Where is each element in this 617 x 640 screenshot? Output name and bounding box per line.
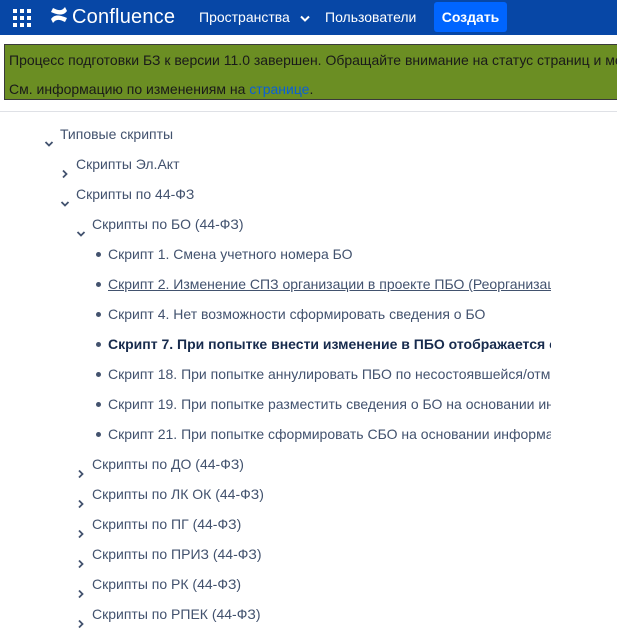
tree-item-label[interactable]: Скрипты по БО (44-ФЗ) [92,209,244,239]
tree-leaf-label[interactable]: Скрипт 21. При попытке сформировать СБО … [108,419,551,449]
confluence-logo-icon [50,6,68,29]
app-switcher-grid-icon[interactable] [13,9,31,27]
nav-users-link[interactable]: Пользователи [325,0,416,35]
tree-leaf-label[interactable]: Скрипт 19. При попытке разместить сведен… [108,389,551,419]
chevron-down-icon[interactable] [76,219,86,237]
tree-leaf-label-current[interactable]: Скрипт 7. При попытке внести изменение в… [108,329,551,359]
tree-leaf-label[interactable]: Скрипт 4. Нет возможности сформировать с… [108,299,485,329]
tree-item-label[interactable]: Скрипты по ПРИЗ (44-ФЗ) [92,539,262,569]
bullet-icon [96,342,101,347]
banner-page-link[interactable]: странице [249,81,309,97]
create-button[interactable]: Создать [434,2,507,32]
nav-spaces-label: Пространства [199,9,290,25]
bullet-icon [96,312,101,317]
announcement-banner: Процесс подготовки БЗ к версии 11.0 заве… [4,44,617,100]
banner-line-2-prefix: См. информацию по изменениям на [9,81,250,97]
tree-item-label[interactable]: Скрипты по ДО (44-ФЗ) [92,449,244,479]
bullet-icon [96,372,101,377]
tree-leaf-label[interactable]: Скрипт 2. Изменение СПЗ организации в пр… [108,269,551,299]
tree-item-label[interactable]: Скрипты по ПГ (44-ФЗ) [92,509,241,539]
chevron-right-icon[interactable] [76,519,86,539]
chevron-right-icon[interactable] [76,459,86,479]
chevron-right-icon[interactable] [76,579,86,599]
nav-spaces-dropdown[interactable]: Пространства [199,0,310,35]
chevron-down-icon[interactable] [44,129,54,147]
tree-item-label[interactable]: Скрипты Эл.Акт [76,149,179,179]
chevron-down-icon[interactable] [60,189,70,207]
bullet-icon [96,282,101,287]
top-navigation-bar: Confluence Пространства Пользователи Соз… [0,0,617,35]
tree-leaf-label[interactable]: Скрипт 18. При попытке аннулировать ПБО … [108,359,551,389]
tree-leaf-label[interactable]: Скрипт 1. Смена учетного номера БО [108,239,353,269]
page-tree: Типовые скрипты Скрипты Эл.Акт Скрипты п… [0,112,551,640]
bullet-icon [96,252,101,257]
chevron-right-icon[interactable] [76,609,86,629]
tree-item-label[interactable]: Скрипты по РПЕК (44-ФЗ) [92,599,261,629]
bullet-icon [96,402,101,407]
tree-item-label[interactable]: Скрипты по ЛК ОК (44-ФЗ) [92,479,264,509]
banner-text-line-1: Процесс подготовки БЗ к версии 11.0 заве… [9,52,617,68]
confluence-logo[interactable]: Confluence [50,5,175,29]
bullet-icon [96,432,101,437]
chevron-right-icon[interactable] [76,489,86,509]
banner-text-line-2: См. информацию по изменениям на странице… [9,81,313,97]
chevron-down-icon [300,1,310,36]
tree-item-label[interactable]: Типовые скрипты [60,119,173,149]
tree-item-label[interactable]: Скрипты по РК (44-ФЗ) [92,569,241,599]
logo-text: Confluence [72,5,176,28]
banner-line-2-suffix: . [309,81,314,97]
tree-item-label[interactable]: Скрипты по 44-ФЗ [76,179,194,209]
chevron-right-icon[interactable] [76,549,86,569]
chevron-right-icon[interactable] [60,159,70,179]
